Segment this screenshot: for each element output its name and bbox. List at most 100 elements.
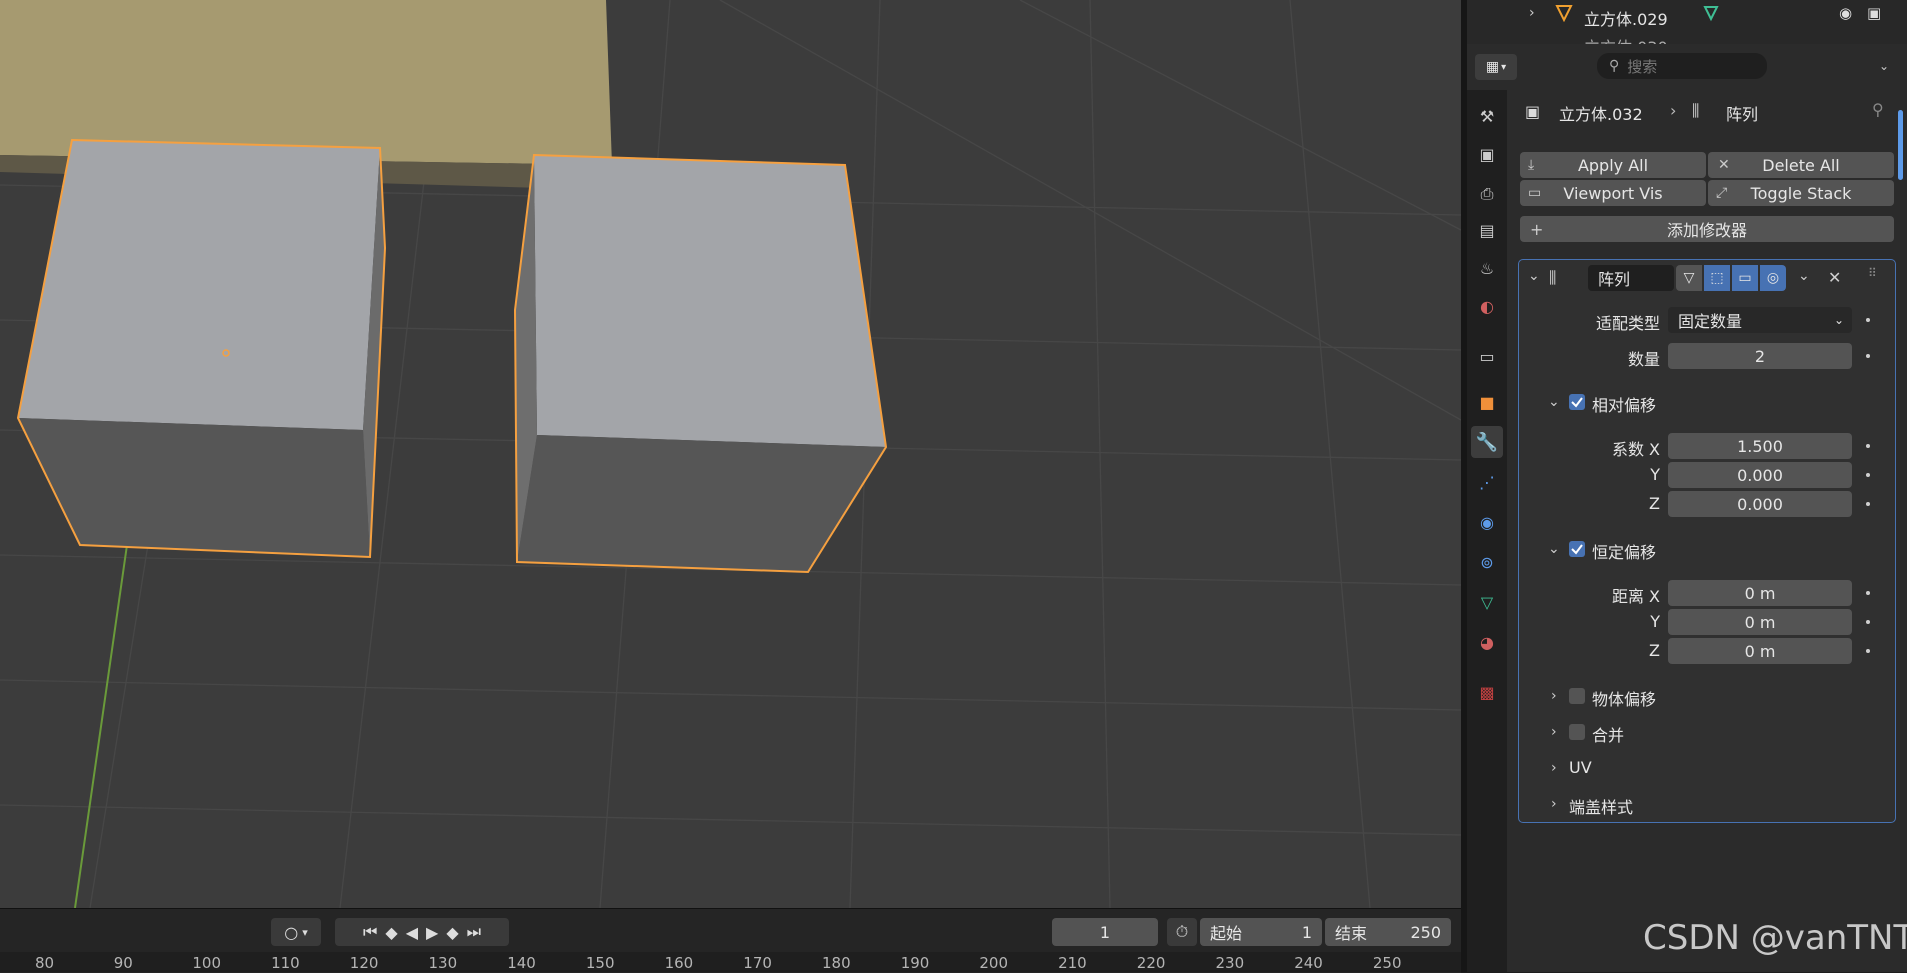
ruler-tick-label: 80 <box>35 954 55 972</box>
cube-2 <box>513 153 888 574</box>
jump-end-icon[interactable]: ⏭ <box>467 922 481 942</box>
render-tab[interactable]: ▣ <box>1471 138 1503 170</box>
animate-dot[interactable] <box>1866 444 1870 448</box>
collection-tab[interactable]: ▭ <box>1471 340 1503 372</box>
drag-handle-icon[interactable]: ⠿ <box>1868 266 1877 280</box>
camera-icon[interactable]: ▣ <box>1867 4 1881 22</box>
prev-keyframe-icon[interactable]: ◆ <box>385 923 397 942</box>
expand-chevron-icon[interactable]: › <box>1551 760 1557 776</box>
physics-tab[interactable]: ◉ <box>1471 506 1503 538</box>
uv-panel-label[interactable]: UV <box>1569 758 1592 777</box>
apply-all-button[interactable]: ⤓ Apply All <box>1520 152 1706 178</box>
play-reverse-icon[interactable]: ◀ <box>406 923 418 942</box>
animate-dot[interactable] <box>1866 473 1870 477</box>
factor-x-field[interactable]: 1.500 <box>1668 433 1852 459</box>
texture-tab[interactable]: ▩ <box>1471 676 1503 708</box>
end-label: 结束 <box>1335 924 1368 943</box>
properties-scrollbar[interactable] <box>1898 110 1903 180</box>
download-icon: ⤓ <box>1528 157 1535 173</box>
play-icon[interactable]: ▶ <box>426 923 438 942</box>
chevron-down-icon: ▾ <box>302 925 308 939</box>
particles-tab[interactable]: ⋰ <box>1471 466 1503 498</box>
factor-x-label: 系数 X <box>1611 440 1660 459</box>
scene-icon: ♨ <box>1479 258 1495 278</box>
view-layer-tab[interactable]: ▤ <box>1471 214 1503 246</box>
object-offset-checkbox[interactable] <box>1569 688 1585 704</box>
count-field[interactable]: 2 <box>1668 343 1852 369</box>
dropdown-chevron-icon[interactable]: ⌄ <box>1798 268 1810 284</box>
edit-mode-toggle-icon[interactable]: ▽ <box>1676 265 1702 291</box>
render-camera-icon[interactable]: ◎ <box>1760 265 1786 291</box>
object-tab[interactable]: ■ <box>1471 386 1503 418</box>
distance-z-label: Z <box>1649 641 1660 660</box>
mesh-object-icon <box>1555 4 1573 23</box>
collapse-chevron-icon[interactable]: ⌄ <box>1548 394 1560 410</box>
distance-z-field[interactable]: 0 m <box>1668 638 1852 664</box>
tool-tab[interactable]: ⚒ <box>1471 100 1503 132</box>
outliner-item-label[interactable]: 立方体.029 <box>1584 6 1668 30</box>
search-input[interactable]: ⚲ 搜索 <box>1597 53 1767 79</box>
animate-dot[interactable] <box>1866 354 1870 358</box>
relative-offset-checkbox[interactable] <box>1569 394 1585 410</box>
count-label: 数量 <box>1627 350 1660 369</box>
factor-z-field[interactable]: 0.000 <box>1668 491 1852 517</box>
collapse-chevron-icon[interactable]: ⌄ <box>1548 541 1560 557</box>
jump-start-icon[interactable]: ⏮ <box>363 922 377 942</box>
outliner-item-label[interactable]: 立方体.030 <box>1584 34 1668 44</box>
expand-chevron-icon[interactable]: › <box>1551 796 1557 812</box>
material-tab[interactable]: ◕ <box>1471 626 1503 658</box>
collapse-chevron-icon[interactable]: ⌄ <box>1528 268 1540 284</box>
caps-panel-label[interactable]: 端盖样式 <box>1569 794 1633 818</box>
animate-dot[interactable] <box>1866 318 1870 322</box>
expand-chevron-icon[interactable]: › <box>1529 5 1535 21</box>
output-tab[interactable]: ⎙ <box>1471 178 1503 210</box>
breadcrumb-separator-icon: › <box>1670 101 1677 120</box>
mesh-data-icon <box>1702 4 1720 22</box>
animate-dot[interactable] <box>1866 620 1870 624</box>
end-frame-field[interactable]: 结束 250 <box>1325 918 1451 946</box>
factor-y-field[interactable]: 0.000 <box>1668 462 1852 488</box>
next-keyframe-icon[interactable]: ◆ <box>446 923 458 942</box>
options-chevron-icon[interactable]: ⌄ <box>1874 56 1894 76</box>
3d-viewport[interactable] <box>0 0 1461 908</box>
collection-box-icon: ▭ <box>1479 346 1495 366</box>
ruler-tick-label: 250 <box>1372 954 1402 972</box>
data-tab[interactable]: ▽ <box>1471 586 1503 618</box>
current-frame-field[interactable]: 1 <box>1052 918 1158 946</box>
expand-chevron-icon[interactable]: › <box>1551 688 1557 704</box>
world-tab[interactable]: ◐ <box>1471 290 1503 322</box>
expand-chevron-icon[interactable]: › <box>1551 724 1557 740</box>
scene-tab[interactable]: ♨ <box>1471 252 1503 284</box>
remove-modifier-icon[interactable]: ✕ <box>1828 268 1841 287</box>
toggle-stack-button[interactable]: ⤢ Toggle Stack <box>1708 180 1894 206</box>
add-modifier-button[interactable]: + 添加修改器 <box>1520 216 1894 242</box>
ruler-tick-label: 230 <box>1215 954 1245 972</box>
animate-dot[interactable] <box>1866 502 1870 506</box>
viewport-display-icon[interactable]: ▭ <box>1732 265 1758 291</box>
viewport-vis-button[interactable]: ▭ Viewport Vis <box>1520 180 1706 206</box>
distance-x-field[interactable]: 0 m <box>1668 580 1852 606</box>
search-icon: ⚲ <box>1609 58 1620 74</box>
delete-all-button[interactable]: ✕ Delete All <box>1708 152 1894 178</box>
editor-type-dropdown[interactable]: ▦ ▾ <box>1475 54 1517 80</box>
object-offset-label: 物体偏移 <box>1592 690 1657 709</box>
wrench-screwdriver-icon: ⚒ <box>1479 106 1495 126</box>
eye-icon[interactable]: ◉ <box>1839 4 1852 22</box>
keyframe-mode-dropdown[interactable]: ○ ▾ <box>271 918 321 946</box>
cage-toggle-icon[interactable]: ⬚ <box>1704 265 1730 291</box>
start-frame-field[interactable]: 起始 1 <box>1200 918 1322 946</box>
pin-icon[interactable]: ⚲ <box>1872 100 1884 119</box>
constraints-tab[interactable]: ⊚ <box>1471 546 1503 578</box>
constant-offset-checkbox[interactable] <box>1569 541 1585 557</box>
render-camera-icon: ▣ <box>1479 144 1495 164</box>
factor-z-label: Z <box>1649 494 1660 513</box>
distance-y-field[interactable]: 0 m <box>1668 609 1852 635</box>
fit-type-select[interactable]: 固定数量 ⌄ <box>1668 307 1852 333</box>
modifier-tab[interactable]: 🔧 <box>1471 426 1503 458</box>
modifier-name-input[interactable]: 阵列 <box>1588 265 1674 291</box>
mesh-data-icon: ▽ <box>1480 592 1494 612</box>
merge-checkbox[interactable] <box>1569 724 1585 740</box>
animate-dot[interactable] <box>1866 649 1870 653</box>
animate-dot[interactable] <box>1866 591 1870 595</box>
stopwatch-icon[interactable]: ⏱ <box>1167 918 1197 946</box>
